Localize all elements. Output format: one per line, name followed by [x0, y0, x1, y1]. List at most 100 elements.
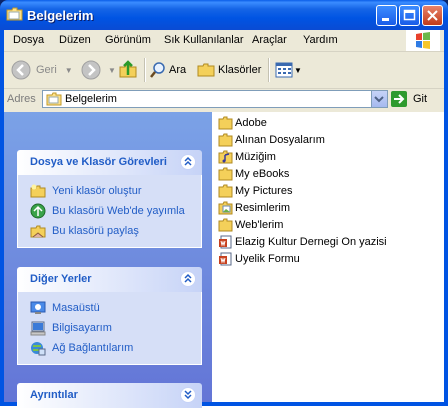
collapse-icon[interactable] [180, 154, 196, 170]
window-frame: Dosya Düzen Görünüm Sık Kullanılanlar Ar… [0, 30, 448, 408]
place-label: Masaüstü [52, 302, 100, 314]
music-folder-icon [218, 150, 233, 163]
back-arrow-icon [11, 60, 31, 80]
folder-up-icon [119, 60, 137, 78]
maximize-button[interactable] [399, 5, 420, 26]
expand-icon[interactable] [180, 387, 196, 403]
forward-dropdown-icon[interactable]: ▼ [108, 66, 116, 75]
minimize-button[interactable] [376, 5, 397, 26]
menu-view[interactable]: Görünüm [105, 34, 151, 46]
menu-edit[interactable]: Düzen [59, 34, 91, 46]
forward-button[interactable]: ▼ [80, 58, 116, 82]
go-label: Git [413, 93, 428, 105]
address-field[interactable]: Belgelerim [42, 90, 388, 108]
details-panel: Ayrıntılar [17, 383, 202, 408]
menu-file[interactable]: Dosya [13, 34, 44, 46]
back-button[interactable]: Geri ▼ [10, 58, 73, 82]
close-button[interactable] [422, 5, 443, 26]
menu-favorites[interactable]: Sık Kullanılanlar [164, 34, 244, 46]
file-name: Uyelik Formu [235, 252, 300, 265]
tasks-panel: Dosya ve Klasör Görevleri Yeni klasör ol… [17, 150, 202, 248]
folders-button[interactable]: Klasörler [197, 58, 261, 82]
task-share-folder[interactable]: Bu klasörü paylaş [18, 221, 201, 241]
go-button[interactable]: Git [390, 90, 427, 108]
menu-help[interactable]: Yardım [303, 34, 338, 46]
file-name: Müziğim [235, 150, 276, 163]
file-item-folder[interactable]: Resimlerim [216, 199, 444, 216]
file-name: Web'lerim [235, 218, 284, 231]
other-places-panel-title: Diğer Yerler [30, 273, 92, 285]
folders-label: Klasörler [218, 64, 262, 76]
file-name: Resimlerim [235, 201, 290, 214]
desktop-icon [30, 301, 46, 314]
views-button[interactable]: ▼ [275, 58, 302, 82]
tasks-panel-body: Yeni klasör oluştur Bu klasörü Web'de ya… [17, 175, 202, 248]
folder-icon [218, 133, 233, 146]
explorer-window: Belgelerim Dosya Düzen Görünüm Sık Kulla… [0, 0, 448, 408]
back-label: Geri [36, 64, 57, 76]
file-item-document[interactable]: Elazig Kultur Dernegi On yazisi [216, 233, 444, 250]
menu-bar: Dosya Düzen Görünüm Sık Kullanılanlar Ar… [4, 30, 444, 52]
file-item-folder[interactable]: Müziğim [216, 148, 444, 165]
pictures-folder-icon [218, 201, 233, 214]
windows-logo-icon [406, 30, 440, 51]
globe-icon [30, 203, 46, 219]
folder-icon [218, 116, 233, 129]
up-button[interactable] [118, 58, 138, 82]
go-arrow-icon [391, 91, 407, 107]
folder-icon [6, 7, 23, 21]
computer-icon [30, 321, 46, 336]
tasks-panel-header[interactable]: Dosya ve Klasör Görevleri [17, 150, 202, 175]
file-item-folder[interactable]: My eBooks [216, 165, 444, 182]
collapse-icon[interactable] [180, 271, 196, 287]
other-places-panel-body: Masaüstü Bilgisayarım Ağ Bağlantılarım [17, 292, 202, 365]
chevron-down-icon [374, 96, 384, 103]
file-name: Alınan Dosyalarım [235, 133, 325, 146]
file-name: Elazig Kultur Dernegi On yazisi [235, 235, 387, 248]
task-new-folder[interactable]: Yeni klasör oluştur [18, 181, 201, 201]
title-bar[interactable]: Belgelerim [0, 0, 448, 30]
task-label: Yeni klasör oluştur [52, 185, 142, 197]
address-label: Adres [7, 93, 36, 105]
task-publish-web[interactable]: Bu klasörü Web'de yayımla [18, 201, 201, 221]
task-pane: Dosya ve Klasör Görevleri Yeni klasör ol… [4, 112, 212, 408]
minimize-icon [382, 18, 389, 21]
close-icon [427, 10, 438, 21]
tasks-panel-title: Dosya ve Klasör Görevleri [30, 156, 167, 168]
views-icon [275, 62, 293, 78]
address-bar: Adres Belgelerim Git [4, 89, 444, 111]
views-dropdown-icon[interactable]: ▼ [294, 66, 302, 75]
place-my-computer[interactable]: Bilgisayarım [18, 318, 201, 338]
search-button[interactable]: Ara [149, 58, 186, 82]
folder-icon [218, 167, 233, 180]
place-desktop[interactable]: Masaüstü [18, 298, 201, 318]
place-network[interactable]: Ağ Bağlantılarım [18, 338, 201, 358]
network-icon [31, 342, 46, 356]
file-name: Adobe [235, 116, 267, 129]
file-item-document[interactable]: Uyelik Formu [216, 250, 444, 267]
task-label: Bu klasörü paylaş [52, 225, 139, 237]
window-client: Dosya Düzen Görünüm Sık Kullanılanlar Ar… [4, 30, 444, 408]
folders-icon [197, 63, 215, 77]
other-places-panel-header[interactable]: Diğer Yerler [17, 267, 202, 292]
toolbar-separator [144, 58, 146, 82]
other-places-panel: Diğer Yerler Masaüstü Bilgisayarım Ağ Ba… [17, 267, 202, 365]
file-item-folder[interactable]: Web'lerim [216, 216, 444, 233]
toolbar: Geri ▼ ▼ Ara Klasörler ▼ [4, 52, 444, 89]
details-panel-header[interactable]: Ayrıntılar [17, 383, 202, 408]
word-document-icon [219, 235, 232, 248]
file-item-folder[interactable]: Adobe [216, 114, 444, 131]
menu-tools[interactable]: Araçlar [252, 34, 287, 46]
file-list: Adobe Alınan Dosyalarım Müziğim My eBook… [216, 112, 444, 267]
back-dropdown-icon[interactable]: ▼ [65, 66, 73, 75]
file-item-folder[interactable]: My Pictures [216, 182, 444, 199]
maximize-icon [403, 9, 416, 21]
content-area: Dosya ve Klasör Görevleri Yeni klasör ol… [4, 112, 444, 408]
address-dropdown-button[interactable] [371, 91, 387, 107]
address-value: Belgelerim [65, 93, 117, 105]
search-icon [150, 62, 165, 78]
file-item-folder[interactable]: Alınan Dosyalarım [216, 131, 444, 148]
details-panel-title: Ayrıntılar [30, 389, 78, 401]
task-label: Bu klasörü Web'de yayımla [52, 205, 185, 217]
toolbar-separator [268, 58, 270, 82]
